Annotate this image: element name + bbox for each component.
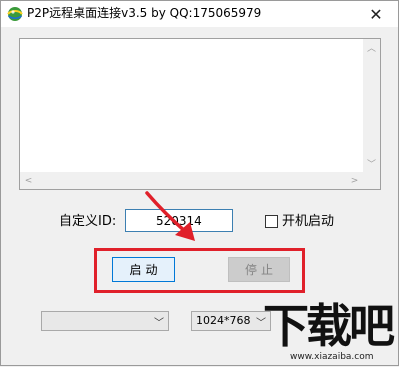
chevron-down-icon[interactable]: ﹀ (153, 313, 165, 329)
app-window: P2P远程桌面连接v3.5 by QQ:175065979 ✕ ︿ ﹀ < > … (0, 0, 399, 366)
watermark-logo: 下载吧 www.xiazaiba.com (263, 299, 399, 367)
scroll-down-icon[interactable]: ﹀ (363, 155, 380, 172)
annotation-arrow-icon (145, 191, 195, 241)
resolution-select-value: 1024*768 (196, 314, 251, 327)
vertical-scrollbar[interactable]: ︿ ﹀ (363, 39, 380, 172)
watermark-main-text: 下载吧 (263, 299, 395, 353)
autostart-checkbox[interactable] (265, 215, 278, 228)
log-output-area[interactable]: ︿ ﹀ < > (19, 38, 381, 190)
close-icon: ✕ (369, 4, 383, 24)
stop-button: 停止 (228, 257, 290, 282)
window-title: P2P远程桌面连接v3.5 by QQ:175065979 (27, 6, 262, 20)
scroll-right-icon[interactable]: > (346, 172, 363, 189)
custom-id-label: 自定义ID: (59, 214, 117, 229)
scrollbar-corner (363, 172, 380, 189)
resolution-select[interactable]: 1024*768 ﹀ (191, 311, 271, 331)
close-button[interactable]: ✕ (358, 1, 394, 27)
scroll-left-icon[interactable]: < (20, 172, 37, 189)
horizontal-scrollbar[interactable]: < > (20, 172, 363, 189)
app-globe-icon (7, 7, 23, 21)
log-text (20, 39, 363, 172)
autostart-label[interactable]: 开机启动 (282, 213, 334, 230)
display-select[interactable]: ﹀ (41, 311, 169, 331)
start-button[interactable]: 启动 (112, 257, 175, 282)
watermark-url-text: www.xiazaiba.com (290, 352, 374, 362)
title-bar[interactable]: P2P远程桌面连接v3.5 by QQ:175065979 ✕ (1, 1, 398, 27)
scroll-up-icon[interactable]: ︿ (363, 39, 380, 56)
